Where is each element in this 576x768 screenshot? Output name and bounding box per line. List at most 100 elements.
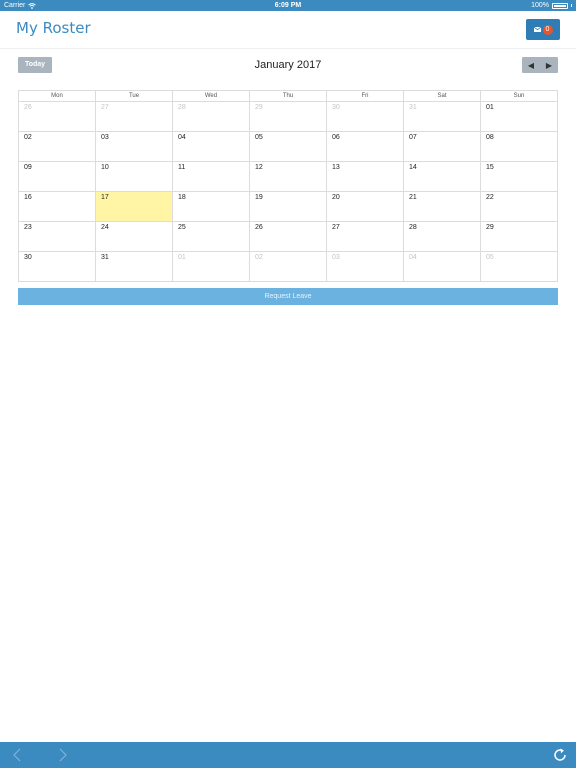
day-number: 04 xyxy=(178,134,186,141)
day-number: 20 xyxy=(332,194,340,201)
day-number: 14 xyxy=(409,164,417,171)
day-number: 27 xyxy=(332,224,340,231)
calendar-day[interactable]: 22 xyxy=(480,191,558,222)
calendar-day[interactable]: 06 xyxy=(326,131,404,162)
day-number: 31 xyxy=(409,104,417,111)
request-leave-button[interactable]: Request Leave xyxy=(18,288,558,305)
day-number: 01 xyxy=(486,104,494,111)
prev-month-button[interactable]: ◀ xyxy=(522,57,540,73)
weekday-header-row: Mon Tue Wed Thu Fri Sat Sun xyxy=(18,90,558,102)
mail-icon xyxy=(533,27,541,32)
calendar-day[interactable]: 13 xyxy=(326,161,404,192)
calendar-body: 26 27 28 29 30 31 01 02 03 04 05 06 07 08 09 10 11 12 13 14… xyxy=(18,101,558,282)
day-number: 03 xyxy=(332,254,340,261)
unread-count-badge: 0 xyxy=(542,24,553,35)
calendar-day[interactable]: 29 xyxy=(480,221,558,252)
calendar-day[interactable]: 30 xyxy=(18,251,96,282)
battery-tip xyxy=(571,4,572,7)
calendar-day[interactable]: 30 xyxy=(326,101,404,132)
app-header: My Roster 0 xyxy=(0,11,576,49)
day-number: 09 xyxy=(24,164,32,171)
day-number: 05 xyxy=(486,254,494,261)
calendar-day[interactable]: 25 xyxy=(172,221,250,252)
day-number: 31 xyxy=(101,254,109,261)
weekday-header: Mon xyxy=(18,90,96,102)
day-number: 04 xyxy=(409,254,417,261)
calendar-day[interactable]: 24 xyxy=(95,221,173,252)
month-title: January 2017 xyxy=(254,59,322,71)
day-number: 26 xyxy=(24,104,32,111)
calendar-day[interactable]: 26 xyxy=(18,101,96,132)
day-number: 02 xyxy=(24,134,32,141)
day-number: 17 xyxy=(101,194,109,201)
calendar-day[interactable]: 31 xyxy=(95,251,173,282)
calendar-day[interactable]: 01 xyxy=(480,101,558,132)
calendar-day[interactable]: 05 xyxy=(480,251,558,282)
weekday-header: Sat xyxy=(403,90,481,102)
calendar-day[interactable]: 28 xyxy=(403,221,481,252)
calendar-day[interactable]: 03 xyxy=(326,251,404,282)
calendar-day[interactable]: 04 xyxy=(172,131,250,162)
day-number: 23 xyxy=(24,224,32,231)
calendar-day[interactable]: 20 xyxy=(326,191,404,222)
calendar-week-row: 26 27 28 29 30 31 01 xyxy=(18,101,558,132)
day-number: 26 xyxy=(255,224,263,231)
weekday-header: Tue xyxy=(95,90,173,102)
calendar-day[interactable]: 18 xyxy=(172,191,250,222)
calendar-day[interactable]: 10 xyxy=(95,161,173,192)
day-number: 21 xyxy=(409,194,417,201)
calendar-day[interactable]: 15 xyxy=(480,161,558,192)
calendar-day[interactable]: 07 xyxy=(403,131,481,162)
calendar-day[interactable]: 11 xyxy=(172,161,250,192)
day-number: 13 xyxy=(332,164,340,171)
calendar-day[interactable]: 01 xyxy=(172,251,250,282)
calendar-day[interactable]: 29 xyxy=(249,101,327,132)
day-number: 01 xyxy=(178,254,186,261)
calendar-week-row: 30 31 01 02 03 04 05 xyxy=(18,251,558,282)
day-number: 06 xyxy=(332,134,340,141)
day-number: 29 xyxy=(486,224,494,231)
calendar-day[interactable]: 08 xyxy=(480,131,558,162)
back-icon[interactable] xyxy=(10,747,26,763)
calendar-day[interactable]: 28 xyxy=(172,101,250,132)
forward-icon[interactable] xyxy=(54,747,70,763)
calendar-day[interactable]: 31 xyxy=(403,101,481,132)
day-number: 12 xyxy=(255,164,263,171)
reload-icon[interactable] xyxy=(552,747,568,763)
calendar-day[interactable]: 27 xyxy=(326,221,404,252)
calendar-week-row: 23 24 25 26 27 28 29 xyxy=(18,221,558,252)
calendar-week-row: 16 17 18 19 20 21 22 xyxy=(18,191,558,222)
bottom-toolbar xyxy=(0,742,576,768)
calendar-day[interactable]: 23 xyxy=(18,221,96,252)
day-number: 29 xyxy=(255,104,263,111)
calendar-day[interactable]: 14 xyxy=(403,161,481,192)
calendar-day[interactable]: 03 xyxy=(95,131,173,162)
calendar-day[interactable]: 12 xyxy=(249,161,327,192)
calendar-day[interactable]: 19 xyxy=(249,191,327,222)
calendar-day[interactable]: 04 xyxy=(403,251,481,282)
calendar-day[interactable]: 02 xyxy=(249,251,327,282)
battery-percent: 100% xyxy=(531,2,549,9)
day-number: 30 xyxy=(24,254,32,261)
calendar-day-today[interactable]: 17 xyxy=(95,191,173,222)
calendar-day[interactable]: 09 xyxy=(18,161,96,192)
day-number: 10 xyxy=(101,164,109,171)
day-number: 05 xyxy=(255,134,263,141)
messages-button[interactable]: 0 xyxy=(526,19,560,40)
month-calendar: Mon Tue Wed Thu Fri Sat Sun 26 27 28 29 30 31… xyxy=(18,90,558,282)
calendar-day[interactable]: 27 xyxy=(95,101,173,132)
calendar-week-row: 02 03 04 05 06 07 08 xyxy=(18,131,558,162)
chevron-right-icon: ▶ xyxy=(545,60,553,70)
day-number: 27 xyxy=(101,104,109,111)
calendar-day[interactable]: 05 xyxy=(249,131,327,162)
day-number: 24 xyxy=(101,224,109,231)
day-number: 02 xyxy=(255,254,263,261)
calendar-day[interactable]: 26 xyxy=(249,221,327,252)
status-bar: Carrier 6:09 PM 100% xyxy=(0,0,576,11)
calendar-day[interactable]: 21 xyxy=(403,191,481,222)
next-month-button[interactable]: ▶ xyxy=(540,57,558,73)
calendar-day[interactable]: 16 xyxy=(18,191,96,222)
calendar-day[interactable]: 02 xyxy=(18,131,96,162)
day-number: 16 xyxy=(24,194,32,201)
day-number: 15 xyxy=(486,164,494,171)
